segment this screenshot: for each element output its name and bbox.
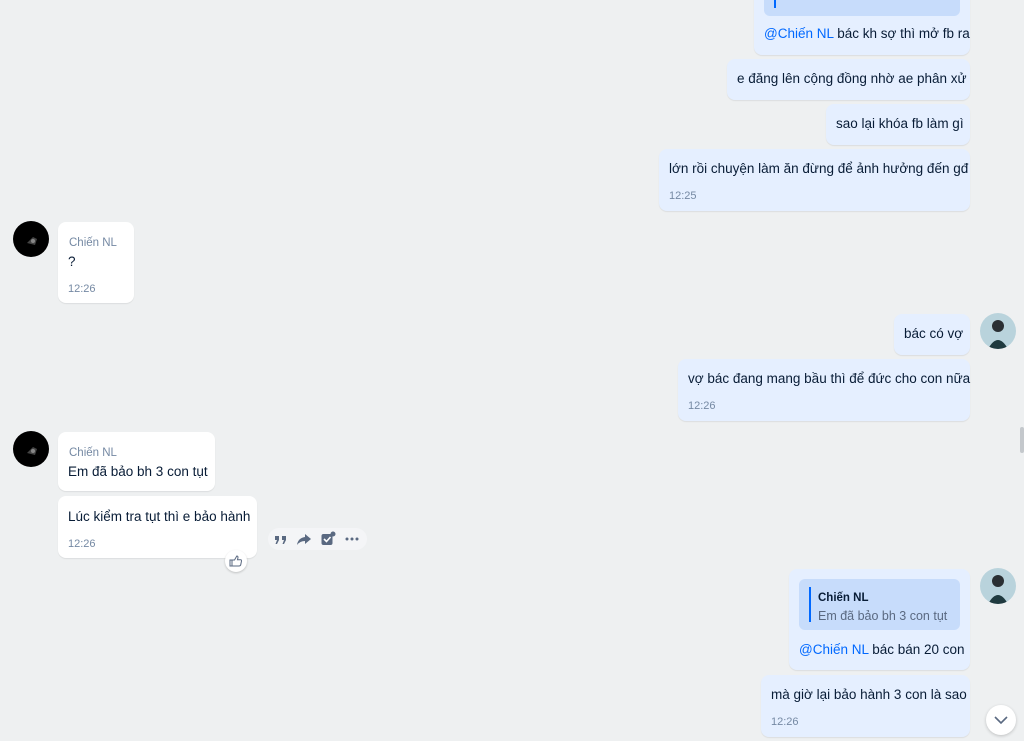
sender-name: Chiến NL bbox=[69, 447, 117, 459]
mention-link[interactable]: @Chiến NL bbox=[799, 642, 868, 657]
quoted-message[interactable]: Chiến NL Em đã bảo bh 3 con tụt bbox=[799, 579, 960, 630]
mention-link[interactable]: @Chiến NL bbox=[764, 26, 833, 41]
message-text: Em đã bảo bh 3 con tụt bbox=[68, 464, 208, 479]
user-avatar[interactable] bbox=[980, 313, 1016, 349]
mark-task-icon[interactable] bbox=[320, 531, 336, 547]
message-body: bác bán 20 con bbox=[868, 642, 965, 657]
message-text: @Chiến NL bác kh sợ thì mở fb ra bbox=[764, 25, 970, 43]
message-bubble-outgoing[interactable]: sao lại khóa fb làm gì bbox=[826, 104, 970, 145]
quote-bar bbox=[809, 587, 811, 622]
message-text: vợ bác đang mang bầu thì để đức cho con … bbox=[688, 371, 971, 386]
message-time: 12:26 bbox=[771, 716, 799, 728]
chevron-down-icon bbox=[994, 716, 1008, 725]
message-text: sao lại khóa fb làm gì bbox=[836, 116, 964, 131]
quoted-sender: Chiến NL bbox=[818, 592, 869, 604]
more-options-icon[interactable] bbox=[344, 531, 360, 547]
message-bubble-outgoing[interactable]: mà giờ lại bảo hành 3 con là sao 12:26 bbox=[761, 675, 970, 737]
scrollbar-thumb[interactable] bbox=[1020, 427, 1024, 453]
message-body: bác kh sợ thì mở fb ra bbox=[833, 26, 970, 41]
quote-bar bbox=[774, 0, 776, 8]
contact-avatar[interactable] bbox=[13, 431, 49, 467]
contact-avatar[interactable] bbox=[13, 221, 49, 257]
message-time: 12:26 bbox=[688, 400, 716, 412]
message-bubble-outgoing[interactable]: lớn rồi chuyện làm ăn đừng để ảnh hưởng … bbox=[659, 149, 970, 211]
message-time: 12:25 bbox=[669, 190, 697, 202]
message-bubble-outgoing[interactable]: Chiến NL Em đã bảo bh 3 con tụt @Chiến N… bbox=[789, 569, 970, 670]
message-bubble-incoming[interactable]: Chiến NL ? 12:26 bbox=[58, 222, 134, 303]
message-text: bác có vợ bbox=[904, 326, 964, 341]
quoted-text: Em đã bảo bh 3 con tụt bbox=[818, 609, 948, 623]
message-text: Lúc kiểm tra tụt thì e bảo hành bbox=[68, 509, 251, 524]
message-bubble-outgoing[interactable]: vợ bác đang mang bầu thì để đức cho con … bbox=[678, 359, 970, 421]
message-time: 12:26 bbox=[68, 283, 96, 295]
reaction-button[interactable] bbox=[225, 550, 247, 572]
message-time: 12:26 bbox=[68, 538, 96, 550]
message-bubble-incoming[interactable]: Lúc kiểm tra tụt thì e bảo hành 12:26 bbox=[58, 496, 257, 558]
message-text: e đăng lên cộng đồng nhờ ae phân xử bbox=[737, 71, 967, 86]
quoted-message[interactable] bbox=[764, 0, 960, 16]
user-avatar[interactable] bbox=[980, 568, 1016, 604]
thumbs-up-icon bbox=[229, 555, 243, 567]
message-text: @Chiến NL bác bán 20 con bbox=[799, 641, 965, 659]
message-actions-toolbar bbox=[268, 528, 367, 550]
message-text: lớn rồi chuyện làm ăn đừng để ảnh hưởng … bbox=[669, 161, 969, 176]
forward-icon[interactable] bbox=[296, 531, 312, 547]
message-text: mà giờ lại bảo hành 3 con là sao bbox=[771, 687, 967, 702]
message-bubble-outgoing[interactable]: @Chiến NL bác kh sợ thì mở fb ra bbox=[754, 0, 970, 55]
scroll-to-bottom-button[interactable] bbox=[986, 705, 1016, 735]
message-text: ? bbox=[68, 254, 76, 269]
message-bubble-incoming[interactable]: Chiến NL Em đã bảo bh 3 con tụt bbox=[58, 432, 215, 491]
quote-icon[interactable] bbox=[273, 531, 289, 547]
message-bubble-outgoing[interactable]: bác có vợ bbox=[894, 314, 970, 355]
sender-name: Chiến NL bbox=[69, 237, 117, 249]
message-bubble-outgoing[interactable]: e đăng lên cộng đồng nhờ ae phân xử bbox=[727, 59, 970, 100]
